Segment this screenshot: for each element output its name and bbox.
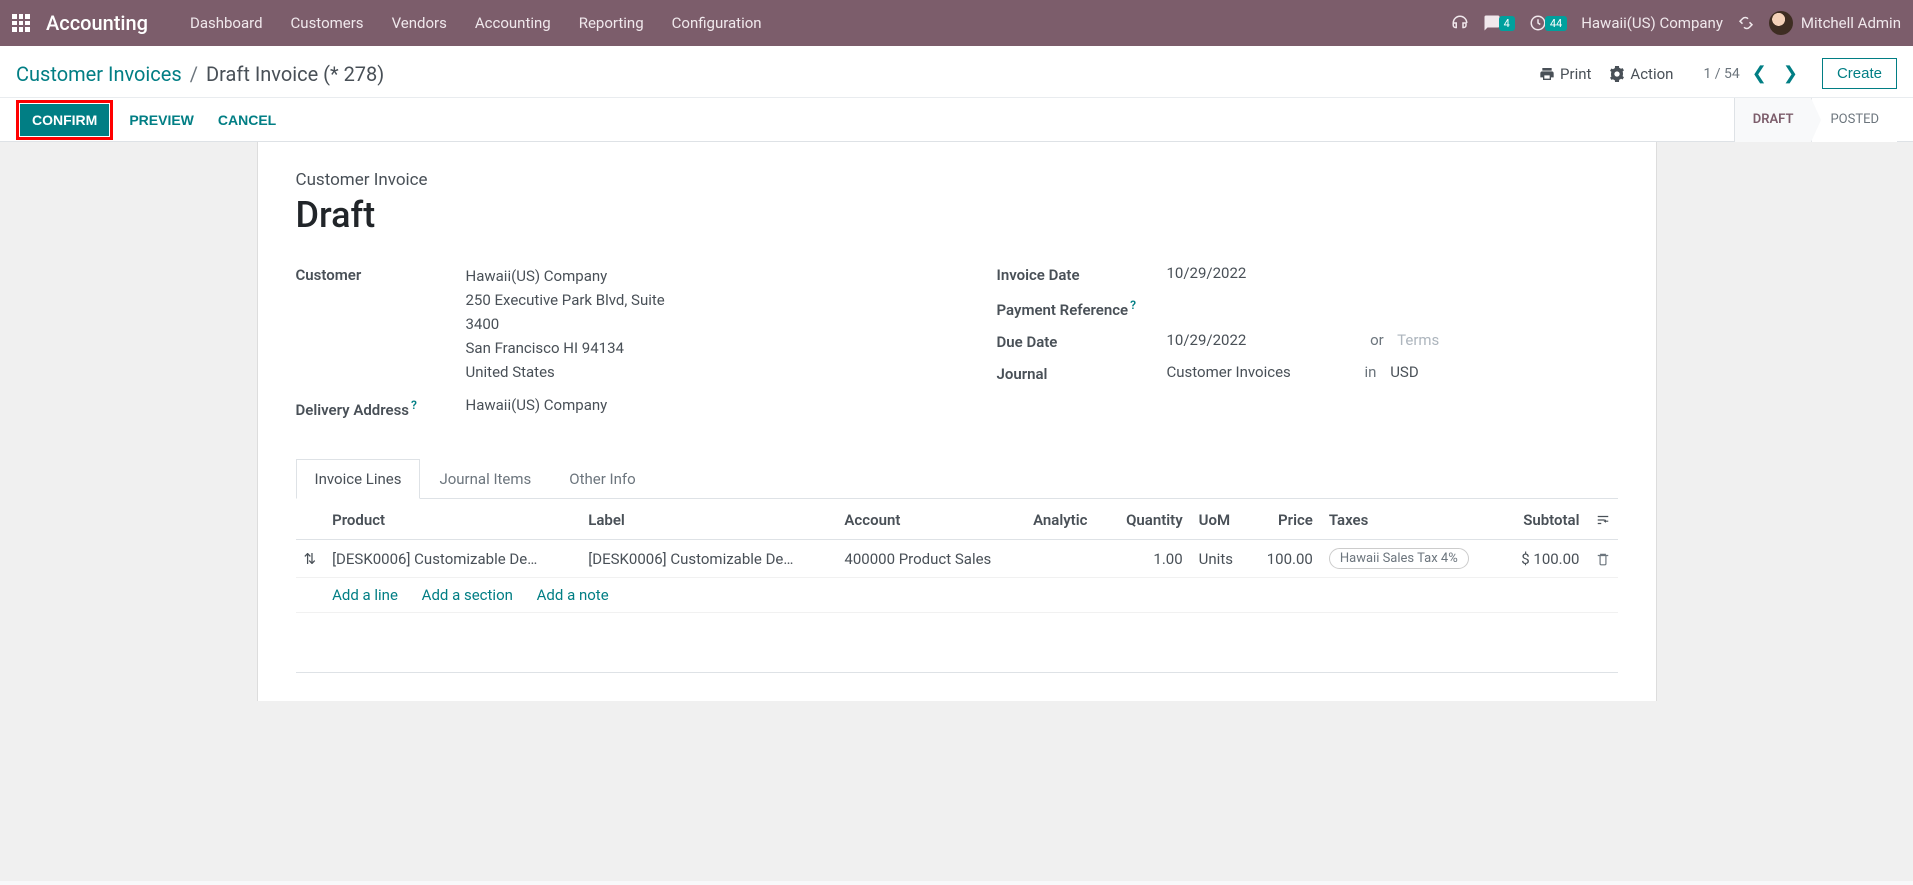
breadcrumb-current: Draft Invoice (* 278) [206, 62, 384, 86]
col-price[interactable]: Price [1249, 501, 1321, 540]
due-date-label: Due Date [997, 331, 1167, 351]
table-row[interactable]: ⇅ [DESK0006] Customizable De… [DESK0006]… [296, 540, 1618, 578]
preview-button[interactable]: PREVIEW [117, 104, 206, 136]
col-label[interactable]: Label [580, 501, 836, 540]
pager-next[interactable]: ❯ [1779, 63, 1802, 84]
nav-accounting[interactable]: Accounting [461, 14, 565, 32]
sliders-icon [1596, 513, 1610, 527]
delivery-value[interactable]: Hawaii(US) Company [466, 396, 917, 414]
status-posted[interactable]: POSTED [1811, 98, 1897, 142]
cell-uom[interactable]: Units [1191, 540, 1249, 578]
confirm-button[interactable]: CONFIRM [20, 104, 109, 136]
col-product[interactable]: Product [324, 501, 580, 540]
form-sheet: Customer Invoice Draft Customer Hawaii(U… [257, 142, 1657, 701]
payment-ref-label: Payment Reference? [997, 296, 1167, 319]
pager-text[interactable]: 1 / 54 [1703, 66, 1739, 82]
invoice-date-label: Invoice Date [997, 264, 1167, 284]
journal-label: Journal [997, 363, 1167, 383]
cell-account[interactable]: 400000 Product Sales [836, 540, 1025, 578]
action-button[interactable]: Action [1609, 65, 1673, 83]
debug-icon[interactable] [1737, 14, 1755, 32]
app-brand[interactable]: Accounting [46, 11, 148, 35]
messages-icon[interactable]: 4 [1483, 14, 1515, 32]
doc-title: Draft [296, 194, 1618, 236]
create-button[interactable]: Create [1822, 58, 1897, 89]
messages-badge: 4 [1499, 16, 1515, 31]
add-note-link[interactable]: Add a note [537, 586, 609, 604]
doc-type: Customer Invoice [296, 170, 1618, 190]
col-subtotal[interactable]: Subtotal [1501, 501, 1587, 540]
trash-icon [1596, 552, 1610, 566]
currency-value[interactable]: USD [1390, 363, 1418, 381]
nav-dashboard[interactable]: Dashboard [176, 14, 277, 32]
due-date-value[interactable]: 10/29/2022 or Terms [1167, 331, 1618, 349]
pager: 1 / 54 ❮ ❯ [1703, 63, 1802, 84]
highlight-annotation: CONFIRM [16, 100, 113, 140]
tab-invoice-lines[interactable]: Invoice Lines [296, 459, 421, 499]
company-switcher[interactable]: Hawaii(US) Company [1581, 14, 1723, 32]
breadcrumb: Customer Invoices / Draft Invoice (* 278… [16, 62, 384, 86]
nav-configuration[interactable]: Configuration [658, 14, 776, 32]
breadcrumb-parent[interactable]: Customer Invoices [16, 62, 182, 86]
activities-badge: 44 [1545, 16, 1567, 31]
col-taxes[interactable]: Taxes [1321, 501, 1502, 540]
control-panel: Customer Invoices / Draft Invoice (* 278… [0, 46, 1913, 142]
cell-price[interactable]: 100.00 [1249, 540, 1321, 578]
cell-subtotal: $ 100.00 [1501, 540, 1587, 578]
tab-other-info[interactable]: Other Info [550, 459, 654, 498]
nav-vendors[interactable]: Vendors [378, 14, 461, 32]
delivery-label: Delivery Address? [296, 396, 466, 419]
apps-icon[interactable] [12, 14, 30, 32]
invoice-lines-table: Product Label Account Analytic Quantity … [296, 501, 1618, 673]
support-icon[interactable] [1451, 14, 1469, 32]
top-navbar: Accounting Dashboard Customers Vendors A… [0, 0, 1913, 46]
journal-value[interactable]: Customer Invoices in USD [1167, 363, 1618, 381]
drag-handle-icon[interactable]: ⇅ [296, 540, 325, 578]
cell-product[interactable]: [DESK0006] Customizable De… [324, 540, 580, 578]
user-menu[interactable]: Mitchell Admin [1769, 11, 1901, 35]
print-button[interactable]: Print [1539, 65, 1591, 83]
invoice-date-value[interactable]: 10/29/2022 [1167, 264, 1618, 282]
tabs: Invoice Lines Journal Items Other Info [296, 459, 1618, 499]
avatar [1769, 11, 1793, 35]
col-options[interactable] [1588, 501, 1618, 540]
nav-customers[interactable]: Customers [277, 14, 378, 32]
user-name: Mitchell Admin [1801, 14, 1901, 32]
col-analytic[interactable]: Analytic [1025, 501, 1107, 540]
delete-row[interactable] [1588, 540, 1618, 578]
add-line-link[interactable]: Add a line [332, 586, 398, 604]
cell-quantity[interactable]: 1.00 [1107, 540, 1191, 578]
cell-analytic[interactable] [1025, 540, 1107, 578]
status-draft[interactable]: DRAFT [1734, 98, 1812, 142]
activities-icon[interactable]: 44 [1529, 14, 1567, 32]
terms-placeholder[interactable]: Terms [1397, 331, 1439, 349]
pager-prev[interactable]: ❮ [1748, 63, 1771, 84]
tab-journal-items[interactable]: Journal Items [420, 459, 550, 498]
gear-icon [1609, 66, 1625, 82]
col-account[interactable]: Account [836, 501, 1025, 540]
customer-label: Customer [296, 264, 466, 284]
cancel-button[interactable]: CANCEL [206, 104, 288, 136]
col-uom[interactable]: UoM [1191, 501, 1249, 540]
add-section-link[interactable]: Add a section [422, 586, 513, 604]
print-icon [1539, 66, 1555, 82]
cell-label[interactable]: [DESK0006] Customizable De… [580, 540, 836, 578]
customer-value[interactable]: Hawaii(US) Company 250 Executive Park Bl… [466, 264, 917, 384]
cell-taxes[interactable]: Hawaii Sales Tax 4% [1321, 540, 1502, 578]
col-quantity[interactable]: Quantity [1107, 501, 1191, 540]
nav-reporting[interactable]: Reporting [565, 14, 658, 32]
